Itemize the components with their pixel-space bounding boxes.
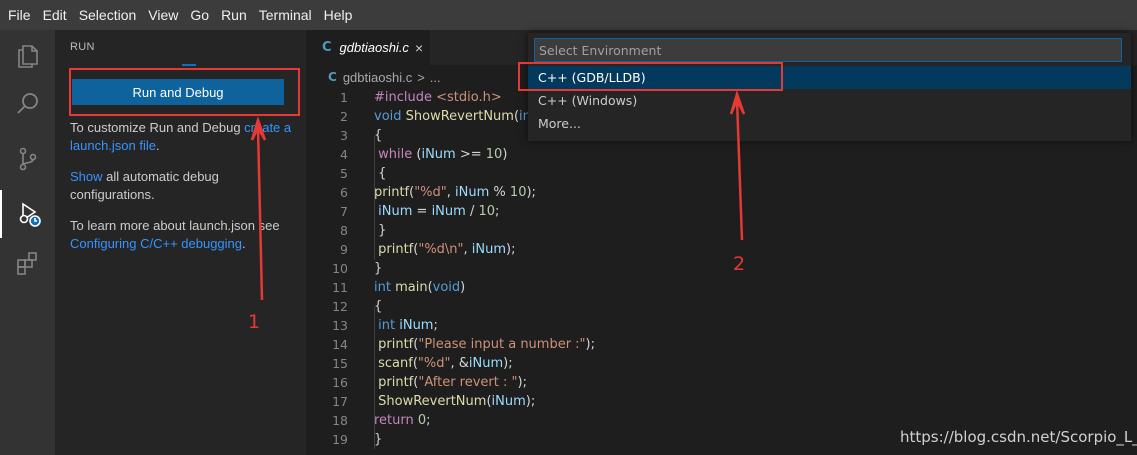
menu-terminal[interactable]: Terminal <box>253 0 318 30</box>
learn-label: To learn more about launch.json see <box>70 218 280 233</box>
menu-edit[interactable]: Edit <box>37 0 73 30</box>
code-text: #include <stdio.h> <box>374 90 502 105</box>
code-text: while (iNum >= 10) <box>378 147 508 162</box>
env-option-windows[interactable]: C++ (Windows) <box>528 89 1131 112</box>
code-line: 9 printf("%d\n", iNum); <box>306 240 1137 259</box>
breadcrumb: C gdbtiaoshi.c > ... <box>328 68 441 86</box>
code-line: 4 while (iNum >= 10) <box>306 145 1137 164</box>
line-number: 11 <box>332 280 348 295</box>
tab-gdbtiaoshi[interactable]: C gdbtiaoshi.c × <box>306 30 430 65</box>
sidebar-title: RUN <box>70 41 95 53</box>
code-text: printf("Please input a number :"); <box>378 337 595 352</box>
code-text: ShowRevertNum(iNum); <box>378 394 536 409</box>
extensions-icon[interactable] <box>0 240 55 288</box>
line-number: 10 <box>332 261 348 276</box>
customize-label: To customize Run and Debug <box>70 120 245 135</box>
c-file-icon: C <box>322 40 332 55</box>
code-text: printf("%d\n", iNum); <box>378 242 516 257</box>
code-editor[interactable]: 1 #include <stdio.h> 2 void ShowRevertNum(… <box>306 88 1137 455</box>
code-line: 14 printf("Please input a number :"); <box>306 335 1137 354</box>
annotation-label-1: 1 <box>248 311 261 333</box>
breadcrumb-separator: > <box>417 69 425 85</box>
close-icon[interactable]: × <box>415 40 423 56</box>
code-line: 6 printf("%d", iNum % 10); <box>306 183 1137 202</box>
environment-search-input[interactable] <box>534 38 1122 62</box>
code-text: scanf("%d", &iNum); <box>378 356 513 371</box>
show-text: Show all automatic debug configurations. <box>70 168 295 204</box>
line-number: 5 <box>340 166 348 181</box>
line-number: 19 <box>332 432 348 447</box>
line-number: 13 <box>332 318 348 333</box>
highlight-box-run-button <box>69 68 300 116</box>
c-file-icon: C <box>328 70 337 84</box>
line-number: 7 <box>340 204 348 219</box>
code-text: iNum = iNum / 10; <box>378 204 500 219</box>
menu-selection[interactable]: Selection <box>73 0 143 30</box>
code-text: printf("After revert : "); <box>378 375 527 390</box>
line-number: 3 <box>340 128 348 143</box>
line-number: 14 <box>332 337 348 352</box>
code-text: printf("%d", iNum % 10); <box>374 185 536 200</box>
code-text: int main(void) <box>374 280 466 295</box>
customize-text: To customize Run and Debug create a laun… <box>70 119 295 155</box>
line-number: 15 <box>332 356 348 371</box>
line-number: 6 <box>340 185 348 200</box>
menu-go[interactable]: Go <box>184 0 215 30</box>
code-line: 17 ShowRevertNum(iNum); <box>306 392 1137 411</box>
code-line: 11 int main(void) <box>306 278 1137 297</box>
activity-bar <box>0 30 55 455</box>
line-number: 1 <box>340 90 348 105</box>
view-indicator <box>182 64 196 66</box>
code-line: 10} <box>306 259 1137 278</box>
menu-view[interactable]: View <box>142 0 184 30</box>
code-text: { <box>374 128 383 143</box>
menu-help[interactable]: Help <box>318 0 359 30</box>
line-number: 12 <box>332 299 348 314</box>
line-number: 9 <box>340 242 348 257</box>
code-line: 7 iNum = iNum / 10; <box>306 202 1137 221</box>
env-option-more[interactable]: More... <box>528 112 1131 135</box>
configuring-debugging-link[interactable]: Configuring C/C++ debugging <box>70 236 242 251</box>
code-line: 12 { <box>306 297 1137 316</box>
breadcrumb-more[interactable]: ... <box>430 70 441 85</box>
code-line: 15 scanf("%d", &iNum); <box>306 354 1137 373</box>
menu-file[interactable]: File <box>2 0 37 30</box>
code-text: return 0; <box>374 413 431 428</box>
watermark: https://blog.csdn.net/Scorpio_L_ <box>900 428 1137 446</box>
line-number: 4 <box>340 147 348 162</box>
customize-end: . <box>156 138 160 153</box>
explorer-icon[interactable] <box>0 32 55 80</box>
breadcrumb-file[interactable]: gdbtiaoshi.c <box>343 70 412 85</box>
menu-bar: File Edit Selection View Go Run Terminal… <box>0 0 1137 30</box>
code-text: } <box>374 432 383 447</box>
code-line: 8 } <box>306 221 1137 240</box>
highlight-box-gdb-option <box>518 62 783 91</box>
learn-more-text: To learn more about launch.json see Conf… <box>70 217 295 253</box>
code-line: 13 int iNum; <box>306 316 1137 335</box>
line-number: 8 <box>340 223 348 238</box>
line-number: 2 <box>340 109 348 124</box>
code-text: void ShowRevertNum(in <box>374 109 531 124</box>
tab-label: gdbtiaoshi.c <box>339 40 409 55</box>
line-number: 16 <box>332 375 348 390</box>
code-text: } <box>374 223 387 238</box>
learn-end: . <box>242 236 246 251</box>
run-debug-icon[interactable] <box>0 190 55 238</box>
show-configurations-link[interactable]: Show <box>70 169 103 184</box>
line-number: 18 <box>332 413 348 428</box>
search-icon[interactable] <box>0 80 55 128</box>
code-line: 16 printf("After revert : "); <box>306 373 1137 392</box>
code-line: 5 { <box>306 164 1137 183</box>
line-number: 17 <box>332 394 348 409</box>
code-text: { <box>374 166 387 181</box>
annotation-label-2: 2 <box>733 253 746 275</box>
code-text: { <box>374 299 383 314</box>
menu-run[interactable]: Run <box>215 0 253 30</box>
code-text: int iNum; <box>378 318 438 333</box>
source-control-icon[interactable] <box>0 135 55 183</box>
code-text: } <box>374 261 383 276</box>
